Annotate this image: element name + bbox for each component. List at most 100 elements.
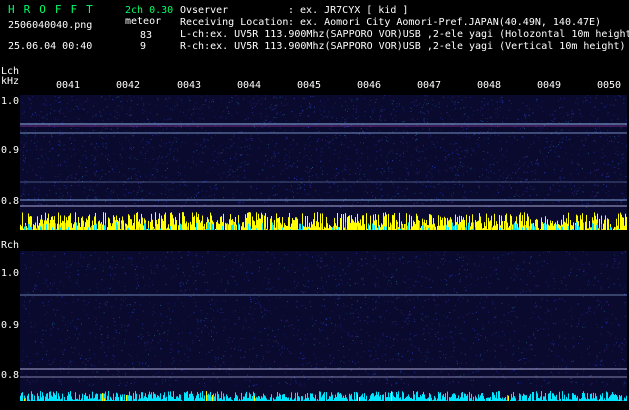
noise-speck xyxy=(363,173,365,175)
noise-speck xyxy=(615,364,617,366)
noise-speck xyxy=(119,137,121,139)
noise-speck xyxy=(491,99,493,101)
noise-speck xyxy=(236,254,238,256)
noise-speck xyxy=(614,136,616,138)
noise-speck xyxy=(282,315,284,316)
noise-speck xyxy=(224,162,226,164)
noise-speck xyxy=(571,163,573,164)
noise-speck xyxy=(421,318,422,320)
noise-speck xyxy=(41,148,43,150)
noise-speck xyxy=(176,104,178,106)
noise-speck xyxy=(175,379,177,381)
lch-noise-bar-cyan xyxy=(170,226,171,230)
lch-noise-bar-yellow xyxy=(595,215,596,230)
noise-speck xyxy=(389,95,391,97)
noise-speck xyxy=(142,190,144,192)
noise-speck xyxy=(438,323,440,325)
noise-speck xyxy=(285,138,287,140)
noise-speck xyxy=(585,139,587,141)
noise-speck xyxy=(484,104,485,106)
noise-speck xyxy=(326,116,328,118)
noise-speck xyxy=(309,158,311,160)
noise-speck xyxy=(54,96,56,98)
noise-speck xyxy=(145,195,147,197)
noise-speck xyxy=(607,348,609,350)
noise-speck xyxy=(571,188,572,190)
noise-speck xyxy=(427,110,429,112)
noise-speck xyxy=(176,203,178,205)
noise-speck xyxy=(490,164,492,165)
noise-speck xyxy=(205,99,207,101)
noise-speck xyxy=(534,120,536,122)
noise-speck xyxy=(508,320,510,322)
noise-speck xyxy=(83,341,85,342)
noise-speck xyxy=(145,341,146,343)
noise-speck xyxy=(46,194,48,196)
noise-speck xyxy=(405,339,407,341)
noise-speck xyxy=(524,128,525,129)
noise-speck xyxy=(57,328,59,330)
noise-speck xyxy=(327,141,329,143)
noise-speck xyxy=(446,112,448,114)
noise-speck xyxy=(330,178,332,179)
lch-noise-bar-cyan xyxy=(526,227,527,230)
noise-speck xyxy=(483,159,485,161)
lch-noise-bar-yellow xyxy=(410,229,411,230)
noise-speck xyxy=(100,178,102,180)
noise-speck xyxy=(62,195,64,197)
noise-speck xyxy=(148,193,150,195)
noise-speck xyxy=(614,171,616,173)
noise-speck xyxy=(184,371,186,373)
noise-speck xyxy=(432,165,433,167)
noise-speck xyxy=(138,362,140,364)
noise-speck xyxy=(202,147,204,149)
noise-speck xyxy=(201,113,203,115)
noise-speck xyxy=(471,167,473,169)
noise-speck xyxy=(623,98,625,100)
noise-speck xyxy=(304,285,306,287)
noise-speck xyxy=(264,201,265,203)
noise-speck xyxy=(416,134,417,135)
noise-speck xyxy=(517,139,519,141)
noise-speck xyxy=(178,97,180,99)
lch-noise-bar-yellow xyxy=(499,215,500,230)
noise-speck xyxy=(578,154,579,156)
noise-speck xyxy=(107,162,109,163)
lch-noise-bar-yellow xyxy=(77,225,78,230)
noise-speck xyxy=(423,113,425,115)
noise-speck xyxy=(240,166,242,168)
noise-speck xyxy=(316,165,318,167)
noise-speck xyxy=(116,166,117,168)
lch-noise-bar-yellow xyxy=(375,214,376,230)
noise-speck xyxy=(540,318,541,320)
lch-noise-bar-yellow xyxy=(510,214,511,230)
noise-speck xyxy=(34,112,36,114)
noise-speck xyxy=(44,282,46,284)
noise-speck xyxy=(101,169,103,171)
noise-speck xyxy=(398,193,400,195)
noise-speck xyxy=(391,150,393,152)
noise-speck xyxy=(193,112,195,114)
lch-noise-bar-cyan xyxy=(384,226,385,230)
noise-speck xyxy=(204,281,206,283)
noise-speck xyxy=(246,164,248,166)
lch-noise-bar-yellow xyxy=(360,219,361,230)
noise-speck xyxy=(32,290,34,292)
noise-speck xyxy=(85,364,87,366)
noise-speck xyxy=(70,185,72,186)
noise-speck xyxy=(388,170,390,172)
lch-noise-bar-yellow xyxy=(316,221,317,230)
noise-speck xyxy=(221,152,223,154)
noise-speck xyxy=(481,108,483,109)
noise-speck xyxy=(128,168,130,170)
noise-speck xyxy=(522,183,524,185)
noise-speck xyxy=(582,203,583,205)
noise-speck xyxy=(286,137,288,139)
noise-speck xyxy=(529,257,531,259)
noise-speck xyxy=(422,306,424,308)
noise-speck xyxy=(193,292,195,294)
noise-speck xyxy=(160,145,162,147)
noise-speck xyxy=(267,299,269,301)
noise-speck xyxy=(401,191,403,193)
noise-speck xyxy=(199,108,201,110)
